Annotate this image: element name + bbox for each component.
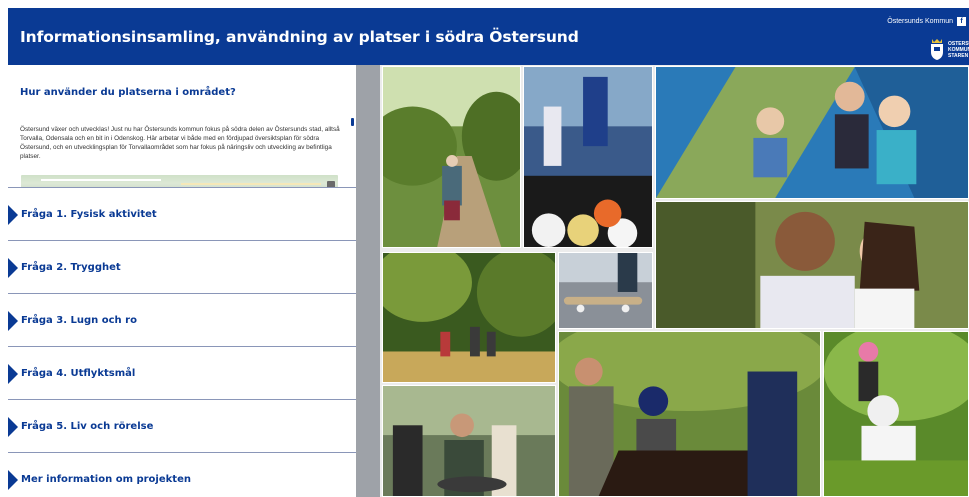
- accordion-item-liv-och-rorelse[interactable]: Fråga 5. Liv och rörelse: [8, 399, 356, 452]
- intro-body: Östersund växer och utvecklas! Just nu h…: [20, 126, 340, 160]
- panel-gutter: [356, 65, 380, 497]
- page-title: Informationsinsamling, användning av pla…: [20, 28, 579, 46]
- intro-section: Hur använder du platserna i området? Öst…: [8, 65, 356, 187]
- map-thumbnail[interactable]: [21, 175, 338, 187]
- arrow-right-icon: [8, 470, 18, 490]
- accordion-label: Mer information om projekten: [21, 474, 191, 485]
- photo-soccer-gear: [523, 66, 653, 248]
- facebook-icon[interactable]: f: [957, 17, 966, 26]
- crest-icon: [931, 39, 943, 60]
- accordion-item-lugn-och-ro[interactable]: Fråga 3. Lugn och ro: [8, 293, 356, 346]
- photo-collage: [380, 65, 969, 497]
- accordion-label: Fråga 1. Fysisk aktivitet: [21, 209, 157, 220]
- photo-forest-walk: [382, 252, 556, 383]
- question-accordion: Fråga 1. Fysisk aktivitet Fråga 2. Trygg…: [8, 187, 356, 497]
- map-road: [41, 179, 161, 181]
- arrow-right-icon: [8, 417, 18, 437]
- accordion-label: Fråga 3. Lugn och ro: [21, 315, 137, 326]
- accordion-label: Fråga 4. Utflyktsmål: [21, 368, 136, 379]
- photo-horse-riding: [558, 331, 821, 497]
- accordion-item-fysisk-aktivitet[interactable]: Fråga 1. Fysisk aktivitet: [8, 187, 356, 240]
- left-panel: Hur använder du platserna i området? Öst…: [8, 65, 356, 497]
- accordion-item-mer-information[interactable]: Mer information om projekten: [8, 452, 356, 497]
- arrow-right-icon: [8, 258, 18, 278]
- arrow-right-icon: [8, 205, 18, 225]
- kommun-logo[interactable]: ÖSTERSUNDS KOMMUN STAREN: [929, 38, 969, 64]
- photo-woman-walker: [382, 66, 521, 248]
- accordion-item-trygghet[interactable]: Fråga 2. Trygghet: [8, 240, 356, 293]
- accordion-label: Fråga 5. Liv och rörelse: [21, 421, 154, 432]
- site-header: Informationsinsamling, användning av pla…: [8, 8, 969, 65]
- kommun-link[interactable]: Östersunds Kommun: [887, 18, 953, 25]
- photo-campfire: [382, 385, 556, 497]
- accordion-label: Fråga 2. Trygghet: [21, 262, 121, 273]
- photo-girl-helmet: [823, 331, 969, 497]
- arrow-right-icon: [8, 364, 18, 384]
- logo-text: ÖSTERSUNDS KOMMUN STAREN: [948, 41, 969, 59]
- photo-skateboard: [558, 252, 653, 329]
- accordion-item-utflyktsmal[interactable]: Fråga 4. Utflyktsmål: [8, 346, 356, 399]
- photo-father-daughter: [655, 201, 969, 329]
- map-road: [181, 183, 321, 185]
- scrollbar-thumb[interactable]: [351, 118, 354, 126]
- intro-heading: Hur använder du platserna i området?: [20, 87, 236, 98]
- arrow-right-icon: [8, 311, 18, 331]
- photo-kids-tent: [655, 66, 969, 199]
